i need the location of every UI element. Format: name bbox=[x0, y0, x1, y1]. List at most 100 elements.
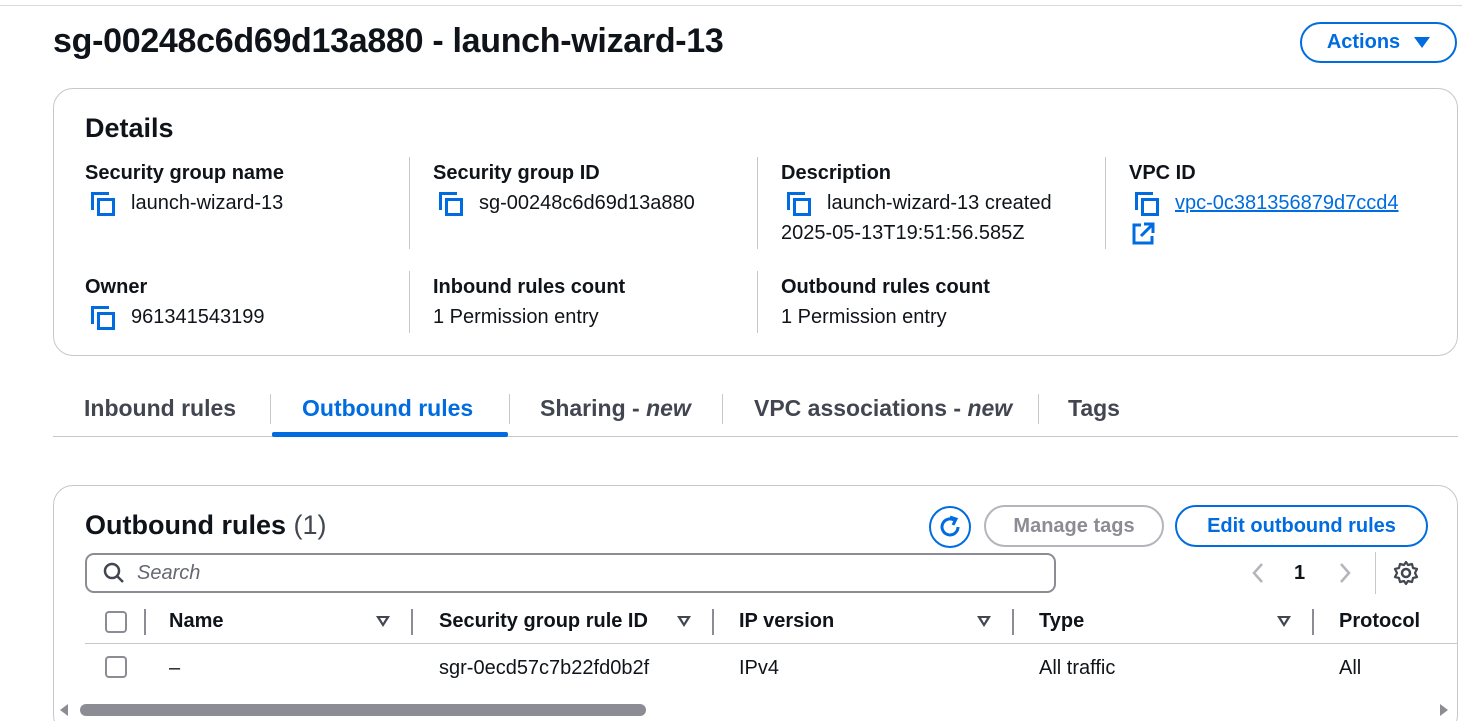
field-vpc-id: VPC ID vpc-0c381356879d7ccd4 bbox=[1129, 160, 1459, 218]
tab-sharing[interactable]: Sharing - new bbox=[540, 395, 691, 422]
edit-outbound-rules-button[interactable]: Edit outbound rules bbox=[1175, 505, 1428, 547]
column-header-ip-version[interactable]: IP version bbox=[739, 610, 834, 633]
manage-tags-button[interactable]: Manage tags bbox=[984, 505, 1164, 547]
table-row[interactable]: – sgr-0ecd57c7b22fd0b2f IPv4 All traffic… bbox=[85, 646, 1457, 690]
column-resizer[interactable] bbox=[1312, 609, 1314, 635]
sort-icon[interactable] bbox=[977, 616, 991, 627]
column-divider bbox=[1105, 157, 1106, 249]
manage-tags-label: Manage tags bbox=[1013, 514, 1135, 537]
field-value: 961341543199 bbox=[131, 306, 265, 328]
tab-inbound-rules[interactable]: Inbound rules bbox=[84, 395, 236, 422]
tab-label: Outbound rules bbox=[302, 395, 474, 421]
field-label: Inbound rules count bbox=[433, 276, 626, 298]
page-number[interactable]: 1 bbox=[1294, 562, 1305, 585]
tab-divider bbox=[1038, 394, 1039, 424]
refresh-button[interactable] bbox=[929, 506, 971, 548]
chevron-right-icon[interactable] bbox=[1336, 561, 1354, 585]
actions-label: Actions bbox=[1326, 31, 1401, 53]
tab-tags[interactable]: Tags bbox=[1068, 395, 1120, 422]
cell-ip-version: IPv4 bbox=[739, 657, 780, 679]
field-label: Security group ID bbox=[433, 162, 600, 184]
field-value-continued: 2025-05-13T19:51:56.585Z bbox=[781, 222, 1025, 244]
tab-bar: Inbound rules Outbound rules Sharing - n… bbox=[53, 385, 1458, 437]
pager-divider bbox=[1375, 552, 1376, 594]
tab-label: VPC associations - bbox=[754, 395, 968, 421]
field-label: VPC ID bbox=[1129, 162, 1196, 184]
copy-icon[interactable] bbox=[1135, 192, 1161, 218]
field-security-group-id: Security group ID sg-00248c6d69d13a880 bbox=[433, 160, 763, 218]
tab-label: Tags bbox=[1068, 395, 1120, 421]
details-panel: Details Security group name launch-wizar… bbox=[53, 88, 1458, 356]
scroll-right-arrow-icon[interactable] bbox=[1440, 704, 1448, 716]
select-all-checkbox[interactable] bbox=[105, 611, 127, 633]
scroll-thumb[interactable] bbox=[80, 704, 646, 716]
actions-button[interactable]: Actions bbox=[1300, 22, 1457, 63]
field-security-group-name: Security group name launch-wizard-13 bbox=[85, 160, 415, 218]
column-header-protocol[interactable]: Protocol bbox=[1339, 610, 1420, 633]
tab-divider bbox=[270, 394, 271, 424]
active-tab-indicator bbox=[272, 432, 508, 437]
column-header-rule-id[interactable]: Security group rule ID bbox=[439, 610, 648, 633]
field-value: 1 Permission entry bbox=[781, 306, 947, 328]
row-checkbox[interactable] bbox=[105, 656, 127, 678]
chevron-left-icon[interactable] bbox=[1249, 561, 1267, 585]
outbound-rules-heading: Outbound rules (1) bbox=[85, 510, 327, 541]
search-icon bbox=[103, 562, 124, 583]
cell-protocol: All bbox=[1339, 657, 1362, 679]
page-title: sg-00248c6d69d13a880 - launch-wizard-13 bbox=[53, 22, 724, 60]
column-divider bbox=[757, 157, 758, 249]
field-description: Description launch-wizard-13 created 202… bbox=[781, 160, 1111, 248]
edit-outbound-rules-label: Edit outbound rules bbox=[1207, 514, 1396, 537]
column-header-type[interactable]: Type bbox=[1039, 610, 1084, 633]
sort-icon[interactable] bbox=[1277, 616, 1291, 627]
field-label: Description bbox=[781, 162, 892, 184]
column-resizer[interactable] bbox=[712, 609, 714, 635]
tab-divider bbox=[722, 394, 723, 424]
search-input[interactable] bbox=[137, 561, 1037, 585]
top-divider bbox=[0, 5, 1462, 6]
field-label: Outbound rules count bbox=[781, 276, 990, 298]
settings-icon[interactable] bbox=[1393, 560, 1419, 586]
sort-icon[interactable] bbox=[677, 616, 691, 627]
external-link-icon[interactable] bbox=[1130, 221, 1156, 247]
caret-down-icon bbox=[1414, 37, 1431, 48]
copy-icon[interactable] bbox=[787, 192, 813, 218]
cell-type: All traffic bbox=[1039, 657, 1116, 679]
field-value: launch-wizard-13 bbox=[131, 192, 284, 214]
field-value: 1 Permission entry bbox=[433, 306, 599, 328]
field-inbound-rules-count: Inbound rules count 1 Permission entry bbox=[433, 274, 763, 332]
field-value: sg-00248c6d69d13a880 bbox=[479, 192, 695, 214]
search-field[interactable] bbox=[85, 553, 1056, 593]
column-resizer[interactable] bbox=[411, 609, 413, 635]
tab-label: Sharing - bbox=[540, 395, 647, 421]
horizontal-scrollbar[interactable] bbox=[54, 696, 1457, 716]
scroll-left-arrow-icon[interactable] bbox=[60, 704, 68, 716]
tab-outbound-rules[interactable]: Outbound rules bbox=[302, 395, 473, 422]
tab-new-badge: new bbox=[967, 395, 1013, 421]
tab-vpc-associations[interactable]: VPC associations - new bbox=[754, 395, 1012, 422]
copy-icon[interactable] bbox=[439, 192, 465, 218]
copy-icon[interactable] bbox=[91, 306, 117, 332]
column-header-name[interactable]: Name bbox=[169, 610, 223, 633]
details-heading: Details bbox=[85, 113, 174, 143]
refresh-icon bbox=[940, 515, 960, 537]
field-value: launch-wizard-13 created bbox=[827, 192, 1052, 214]
column-resizer[interactable] bbox=[144, 609, 146, 635]
field-owner: Owner 961341543199 bbox=[85, 274, 415, 332]
outbound-rules-panel: Outbound rules (1) Manage tags Edit outb… bbox=[53, 485, 1458, 721]
cell-name: – bbox=[169, 657, 181, 679]
field-label: Owner bbox=[85, 276, 148, 298]
tab-label: Inbound rules bbox=[84, 395, 237, 421]
field-label: Security group name bbox=[85, 162, 284, 184]
vpc-id-link[interactable]: vpc-0c381356879d7ccd4 bbox=[1175, 188, 1399, 218]
tab-divider bbox=[509, 394, 510, 424]
column-divider bbox=[757, 271, 758, 333]
copy-icon[interactable] bbox=[91, 192, 117, 218]
column-divider bbox=[409, 157, 410, 249]
table-header: Name Security group rule ID IP version T… bbox=[85, 602, 1457, 644]
column-divider bbox=[409, 271, 410, 333]
column-resizer[interactable] bbox=[1012, 609, 1014, 635]
cell-rule-id: sgr-0ecd57c7b22fd0b2f bbox=[439, 657, 650, 679]
outbound-rules-count: (1) bbox=[293, 510, 327, 540]
sort-icon[interactable] bbox=[376, 616, 390, 627]
